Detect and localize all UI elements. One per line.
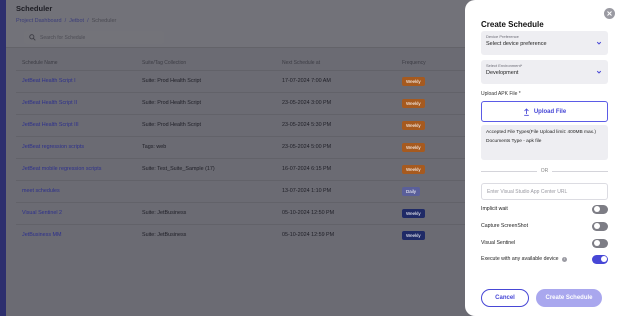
breadcrumb-jetbot[interactable]: Jetbot <box>69 18 84 24</box>
documents-type: Documents Type - apk file <box>486 139 542 144</box>
suite-cell: Suite: Prod Health Script <box>136 69 276 92</box>
any-device-label-wrap: Execute with any available device i <box>481 256 567 262</box>
drawer-title: Create Schedule <box>481 20 544 29</box>
implicit-wait-label: Implicit wait <box>481 206 508 212</box>
accepted-file-types: Accepted File Types(File Upload limit: 4… <box>486 130 597 135</box>
environment-select[interactable]: Select Environment* Development <box>481 60 608 84</box>
divider-line <box>481 170 537 172</box>
breadcrumb-scheduler: Scheduler <box>91 18 117 24</box>
column-header-schedule-name[interactable]: Schedule Name <box>16 56 136 70</box>
upload-apk-label: Upload APK File * <box>481 91 521 97</box>
environment-label: Select Environment* <box>486 63 523 68</box>
or-text: OR <box>540 168 549 174</box>
frequency-badge: Weekly <box>402 164 425 174</box>
column-header-suite[interactable]: Suite/Tag Collection <box>136 56 276 70</box>
upload-file-label: Upload File <box>533 108 567 115</box>
upload-file-button[interactable]: Upload File <box>481 101 608 122</box>
suite-cell <box>136 179 276 202</box>
suite-cell: Suite: Test_Suite_Sample (17) <box>136 157 276 180</box>
divider-line <box>552 170 608 172</box>
implicit-wait-toggle[interactable] <box>592 204 608 214</box>
search-icon <box>29 34 36 41</box>
schedule-name-cell[interactable]: Visual Sentinel 2 <box>16 201 136 224</box>
suite-cell: Suite: Prod Health Script <box>136 113 276 136</box>
create-schedule-drawer: Create Schedule Device Preference Select… <box>465 0 624 316</box>
any-device-toggle[interactable] <box>592 254 608 264</box>
toggle-row-any-device: Execute with any available device i <box>481 254 608 264</box>
app-center-url-input[interactable] <box>487 188 607 195</box>
visual-sentinel-label: Visual Sentinel <box>481 240 516 246</box>
frequency-badge: Weekly <box>402 98 425 108</box>
close-icon <box>607 11 612 16</box>
schedule-name-cell[interactable]: JetBeat mobile regression scripts <box>16 157 136 180</box>
cancel-button[interactable]: Cancel <box>481 289 529 307</box>
frequency-badge: Weekly <box>402 208 425 218</box>
device-preference-select[interactable]: Device Preference Select device preferen… <box>481 31 608 55</box>
app-center-url-field <box>481 183 608 200</box>
next-schedule-cell: 05-10-2024 12:50 PM <box>276 201 396 224</box>
schedule-name-cell[interactable]: JetBeat Health Script II <box>16 91 136 114</box>
breadcrumb-project-dashboard[interactable]: Project Dashboard <box>16 18 62 24</box>
close-drawer-button[interactable] <box>604 8 615 19</box>
schedule-name-cell[interactable]: JetBeat regression scripts <box>16 135 136 158</box>
toggle-row-implicit-wait: Implicit wait <box>481 204 608 214</box>
suite-cell: Tags: web <box>136 135 276 158</box>
info-icon[interactable]: i <box>561 256 567 262</box>
next-schedule-cell: 05-10-2024 12:59 PM <box>276 223 396 246</box>
next-schedule-cell: 23-05-2024 3:00 PM <box>276 91 396 114</box>
capture-screenshot-label: Capture ScreenShot <box>481 223 529 229</box>
frequency-badge: Weekly <box>402 230 425 240</box>
toggle-row-capture-screenshot: Capture ScreenShot <box>481 221 608 231</box>
environment-value: Development <box>486 70 519 76</box>
schedule-name-cell[interactable]: JetBeat Health Script III <box>16 113 136 136</box>
upload-icon <box>523 107 529 116</box>
frequency-badge: Weekly <box>402 76 425 86</box>
schedule-search-input[interactable]: Search for Schedule <box>24 31 164 44</box>
or-divider: OR <box>481 168 608 174</box>
column-header-next-schedule[interactable]: Next Schedule at <box>276 56 396 70</box>
toggle-row-visual-sentinel: Visual Sentinel <box>481 238 608 248</box>
suite-cell: Suite: JetBusiness <box>136 223 276 246</box>
chevron-down-icon <box>596 70 602 74</box>
breadcrumb-separator: / <box>87 18 89 24</box>
frequency-badge: Daily <box>402 186 421 196</box>
frequency-badge: Weekly <box>402 142 425 152</box>
suite-cell: Suite: Prod Health Script <box>136 91 276 114</box>
schedule-name-cell[interactable]: JetBusiness MM <box>16 223 136 246</box>
device-preference-label: Device Preference <box>486 34 519 39</box>
schedule-name-cell[interactable]: JetBeat Health Script I <box>16 69 136 92</box>
next-schedule-cell: 16-07-2024 6:15 PM <box>276 157 396 180</box>
schedule-name-cell[interactable]: meet schedules <box>16 179 136 202</box>
create-schedule-button[interactable]: Create Schedule <box>536 289 602 307</box>
visual-sentinel-toggle[interactable] <box>592 238 608 248</box>
next-schedule-cell: 17-07-2024 7:00 AM <box>276 69 396 92</box>
search-placeholder: Search for Schedule <box>40 34 86 41</box>
next-schedule-cell: 23-05-2024 5:00 PM <box>276 135 396 158</box>
next-schedule-cell: 23-05-2024 5:30 PM <box>276 113 396 136</box>
chevron-down-icon <box>596 41 602 45</box>
any-device-label: Execute with any available device <box>481 256 559 262</box>
next-schedule-cell: 13-07-2024 1:10 PM <box>276 179 396 202</box>
suite-cell: Suite: JetBusiness <box>136 201 276 224</box>
file-info-box: Accepted File Types(File Upload limit: 4… <box>481 125 608 160</box>
frequency-badge: Weekly <box>402 120 425 130</box>
capture-screenshot-toggle[interactable] <box>592 221 608 231</box>
device-preference-value: Select device preference <box>486 41 547 47</box>
breadcrumb-separator: / <box>64 18 67 24</box>
